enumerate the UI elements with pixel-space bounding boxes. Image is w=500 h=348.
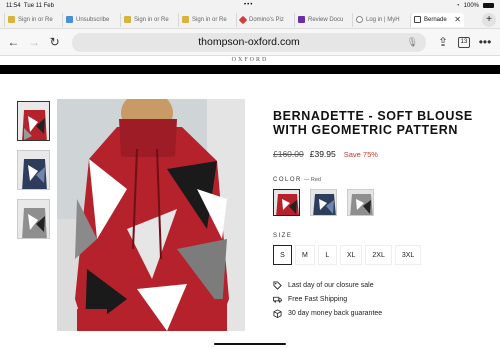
reload-button[interactable]: ↻ [47,33,62,51]
size-selector: S M L XL 2XL 3XL [273,245,488,265]
new-tab-button[interactable]: + [482,12,496,27]
size-option-xl[interactable]: XL [339,245,363,265]
selected-color-value: — Red [303,177,321,183]
tab-bernadette[interactable]: Bernade ✕ [410,12,464,27]
original-price: £160.00 [273,149,304,159]
tab-bar: Sign in or Re Unsubscribe Sign in or Re … [0,11,500,29]
color-label: COLOR — Red [273,177,321,183]
multitasking-dots-icon[interactable]: ••• [244,2,253,8]
microphone-icon[interactable]: 🎙 [407,37,418,48]
size-option-m[interactable]: M [295,245,315,265]
share-icon[interactable]: ⇪ [434,33,452,51]
size-option-2xl[interactable]: 2XL [365,245,392,265]
tab-favicon-icon [124,16,131,23]
tab-favicon-icon [8,16,15,23]
tag-icon [273,280,282,290]
size-option-3xl[interactable]: 3XL [394,245,422,265]
color-swatches [273,189,488,216]
url-text: thompson-oxford.com [198,36,300,48]
size-label: SIZE [273,233,293,239]
status-time: 11:54 Tue 11 Feb [6,2,54,9]
perks-list: Last day of our closure sale Free Fast S… [273,278,488,320]
perk-item: Free Fast Shipping [273,292,488,306]
browser-toolbar: ← → ↻ thompson-oxford.com 🎙 ⇪ 13 ••• [0,29,500,56]
site-logo[interactable]: OXFORD [0,57,500,63]
tab-unsubscribe[interactable]: Unsubscribe [62,12,118,27]
product-info: BERNADETTE - SOFT BLOUSE WITH GEOMETRIC … [273,109,488,320]
web-page: OXFORD BERNADETTE - SOFT BLOUSE WITH GEO… [0,56,500,347]
price-row: £160.00 £39.95 Save 75% [273,149,488,159]
forward-button[interactable]: → [27,33,42,51]
tab-review-docs[interactable]: Review Docu [294,12,350,27]
thumbnail-red[interactable] [17,101,50,141]
tab-favicon-icon [66,16,73,23]
product-image[interactable] [57,99,245,331]
battery-icon [483,3,494,8]
tab-favicon-icon [182,16,189,23]
battery-percent: 100% [463,2,479,9]
box-icon [273,308,282,318]
more-menu-icon[interactable]: ••• [476,33,494,51]
tab-dominos[interactable]: Domino's Piz [236,12,292,27]
perk-item: Last day of our closure sale [273,278,488,292]
tab-overview-button[interactable]: 13 [458,36,471,48]
home-indicator [214,343,286,345]
sale-price: £39.95 [309,149,336,159]
promo-banner [0,65,500,74]
swatch-grey[interactable] [347,189,374,216]
thumbnail-navy[interactable] [17,150,50,190]
back-button[interactable]: ← [6,33,21,51]
close-tab-icon[interactable]: ✕ [454,15,461,24]
tab-favicon-icon [356,16,363,23]
product-title: BERNADETTE - SOFT BLOUSE WITH GEOMETRIC … [273,109,473,137]
thumbnail-gallery [17,101,50,248]
swatch-navy[interactable] [310,189,337,216]
swatch-red[interactable] [273,189,300,216]
tab-sign-in-3[interactable]: Sign in or Re [178,12,234,27]
wifi-icon: ◔ [456,2,460,9]
status-bar: 11:54 Tue 11 Feb ••• ◔ 100% [0,0,500,11]
address-bar[interactable]: thompson-oxford.com 🎙 [72,32,427,52]
thumbnail-grey[interactable] [17,199,50,239]
tab-favicon-icon [298,16,305,23]
tab-favicon-icon [238,15,248,24]
discount-badge: Save 75% [343,149,378,159]
tab-favicon-icon [414,16,421,23]
tab-sign-in-1[interactable]: Sign in or Re [4,12,60,27]
tab-log-in[interactable]: Log in | MyH [352,12,408,27]
tab-sign-in-2[interactable]: Sign in or Re [120,12,176,27]
perk-item: 30 day money back guarantee [273,306,488,320]
truck-icon [273,296,282,303]
size-option-s[interactable]: S [273,245,292,265]
size-option-l[interactable]: L [317,245,337,265]
